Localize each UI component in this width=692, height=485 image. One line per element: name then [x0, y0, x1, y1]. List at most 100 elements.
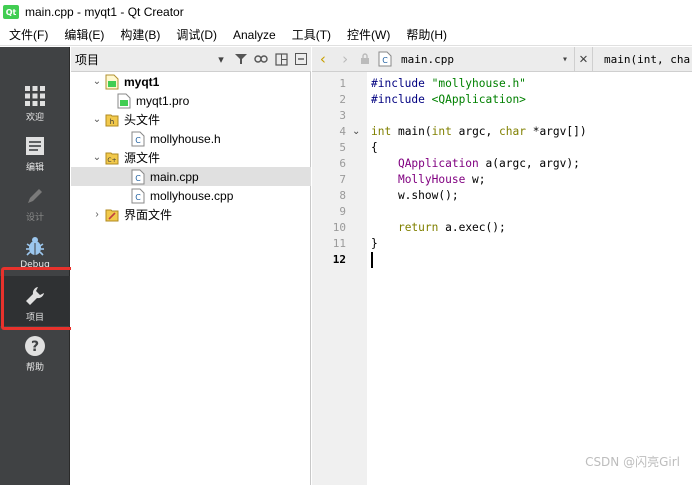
- tree-item-sources[interactable]: ⌄ C+ 源文件: [71, 148, 311, 167]
- code-line: #include <QApplication>: [371, 92, 526, 108]
- editor-toolbar: ‹ › C main.cpp ▾ ✕ main(int, char: [312, 46, 692, 72]
- projects-pane-header: 项目 ▾: [71, 47, 311, 72]
- tree-item-forms[interactable]: › 界面文件: [71, 205, 311, 224]
- file-selector[interactable]: C main.cpp ▾: [374, 47, 574, 72]
- mode-design[interactable]: 设计: [0, 176, 70, 226]
- code-line: QApplication a(argc, argv);: [371, 156, 580, 172]
- tree-item-label: mollyhouse.cpp: [150, 188, 234, 203]
- mode-edit[interactable]: 编辑: [0, 126, 70, 176]
- current-symbol: main(int, char: [604, 52, 692, 66]
- mode-welcome[interactable]: 欢迎: [0, 76, 70, 126]
- code-line: w.show();: [371, 188, 459, 204]
- line-number: 12: [332, 253, 346, 266]
- chevron-down-icon[interactable]: ▾: [562, 54, 568, 65]
- tree-item-headers[interactable]: ⌄ h 头文件: [71, 110, 311, 129]
- menu-debug[interactable]: 调试(D): [167, 24, 224, 46]
- pencil-icon: [23, 184, 47, 208]
- mode-bar: 欢迎 编辑 设计 Debug 项目 ? 帮助: [0, 47, 70, 485]
- tree-item-mollyhouse-cpp[interactable]: C mollyhouse.cpp: [71, 186, 311, 205]
- code-token: int: [371, 125, 392, 138]
- tree-item-project[interactable]: ⌄ myqt1: [71, 72, 311, 91]
- close-pane-icon[interactable]: [291, 49, 311, 69]
- tree-item-main-cpp[interactable]: C main.cpp: [71, 167, 311, 186]
- chevron-down-icon[interactable]: ⌄: [91, 114, 103, 126]
- menu-analyze[interactable]: Analyze: [224, 24, 283, 46]
- lock-icon: [356, 47, 374, 72]
- project-icon: [105, 74, 119, 90]
- menu-edit[interactable]: 编辑(E): [55, 24, 111, 46]
- forward-arrow-icon[interactable]: ›: [334, 47, 356, 72]
- menu-file[interactable]: 文件(F): [0, 24, 55, 46]
- mode-label: 设计: [25, 213, 44, 223]
- symbol-selector[interactable]: main(int, char: [592, 46, 692, 72]
- code-token: w;: [465, 173, 486, 186]
- close-icon[interactable]: ✕: [574, 46, 592, 72]
- svg-text:C: C: [135, 136, 141, 145]
- menu-bar: 文件(F) 编辑(E) 构建(B) 调试(D) Analyze 工具(T) 控件…: [0, 24, 692, 46]
- project-tree: ⌄ myqt1 myqt1.pro ⌄ h 头文件 C mollyhouse.h…: [71, 72, 311, 485]
- filter-icon[interactable]: [231, 49, 251, 69]
- line-number: 3: [339, 109, 346, 122]
- code-token: #include: [371, 77, 432, 90]
- code-line: {: [371, 140, 378, 156]
- tree-item-header-file[interactable]: C mollyhouse.h: [71, 129, 311, 148]
- menu-window[interactable]: 控件(W): [338, 24, 397, 46]
- tree-item-pro-file[interactable]: myqt1.pro: [71, 91, 311, 110]
- code-token: }: [371, 237, 378, 250]
- code-line: MollyHouse w;: [371, 172, 486, 188]
- menu-help[interactable]: 帮助(H): [397, 24, 454, 46]
- chevron-right-icon[interactable]: ›: [91, 209, 103, 221]
- line-number-gutter: 1 2 3 4 ⌄ 5 6 7 8 9 10 11 12: [312, 72, 367, 485]
- line-number: 4: [339, 125, 346, 138]
- mode-label: 欢迎: [25, 113, 44, 123]
- svg-text:C+: C+: [107, 157, 116, 164]
- chevron-down-icon[interactable]: ⌄: [91, 152, 103, 164]
- menu-tools[interactable]: 工具(T): [283, 24, 338, 46]
- code-editor[interactable]: #include "mollyhouse.h" #include <QApplic…: [367, 72, 692, 485]
- document-icon: [23, 134, 47, 158]
- code-token: *argv[]): [525, 125, 587, 138]
- code-line: return a.exec();: [371, 220, 506, 236]
- window-title: main.cpp - myqt1 - Qt Creator: [25, 5, 184, 19]
- menu-build[interactable]: 构建(B): [111, 24, 167, 46]
- back-arrow-icon[interactable]: ‹: [312, 47, 334, 72]
- code-line: }: [371, 236, 378, 252]
- code-token: int: [431, 125, 452, 138]
- tree-item-label: 头文件: [124, 113, 161, 127]
- split-icon[interactable]: [271, 49, 291, 69]
- mode-label: 编辑: [25, 163, 44, 173]
- tree-item-label: main.cpp: [150, 169, 199, 184]
- tree-item-label: myqt1: [124, 74, 160, 89]
- code-token: <QApplication>: [431, 93, 526, 106]
- header-folder-icon: h: [105, 112, 119, 128]
- line-number: 8: [339, 189, 346, 202]
- annotation-highlight-box: [1, 267, 80, 330]
- code-token: a.exec();: [438, 221, 506, 234]
- tree-item-label: mollyhouse.h: [150, 131, 221, 146]
- code-line: #include "mollyhouse.h": [371, 76, 526, 92]
- code-token: return: [397, 221, 439, 234]
- line-number: 2: [339, 93, 346, 106]
- h-file-icon: C: [131, 131, 145, 147]
- grid-icon: [23, 84, 47, 108]
- chevron-down-icon[interactable]: ⌄: [91, 76, 103, 88]
- help-icon: ?: [23, 334, 47, 358]
- code-token: {: [371, 141, 378, 154]
- cpp-file-icon: C: [131, 169, 145, 185]
- svg-text:?: ?: [31, 339, 39, 355]
- code-token: a(argc, argv);: [478, 157, 580, 170]
- view-dropdown-icon[interactable]: ▾: [211, 49, 231, 69]
- link-icon[interactable]: [251, 49, 271, 69]
- form-folder-icon: [105, 207, 119, 223]
- code-token: #include: [371, 93, 432, 106]
- fold-marker-icon[interactable]: ⌄: [352, 124, 360, 140]
- line-number: 7: [339, 173, 346, 186]
- source-folder-icon: C+: [105, 150, 119, 166]
- pro-file-icon: [117, 93, 131, 109]
- line-number: 10: [332, 221, 346, 234]
- svg-text:C: C: [382, 56, 388, 65]
- svg-text:C: C: [135, 193, 141, 202]
- mode-help[interactable]: ? 帮助: [0, 326, 70, 376]
